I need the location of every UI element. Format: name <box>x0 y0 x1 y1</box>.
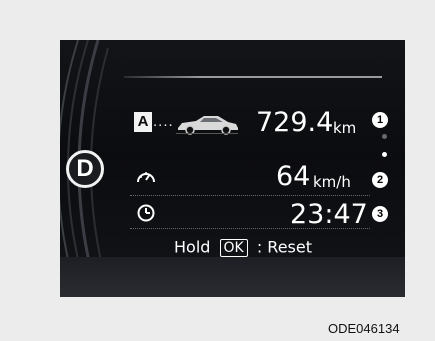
reset-instruction: Hold OK : Reset <box>174 237 312 257</box>
figure-code: ODE046134 <box>328 321 400 336</box>
callout-2: 2 <box>372 172 388 188</box>
hold-label: Hold <box>174 237 211 257</box>
trip-distance-unit: km <box>333 119 357 137</box>
trip-distance-value: 729.4 <box>256 107 334 138</box>
speedometer-icon <box>137 172 155 183</box>
average-speed-unit: km/h <box>313 173 351 191</box>
page-indicator-dot <box>382 134 387 139</box>
row-divider <box>130 195 370 196</box>
clock-icon <box>137 204 155 222</box>
divider-line <box>124 76 382 78</box>
car-icon <box>176 116 238 135</box>
cluster-bottom-bar <box>60 257 405 297</box>
ok-button-icon: OK <box>219 238 248 257</box>
trip-a-badge: A <box>134 112 152 132</box>
page-indicator-dot-active <box>382 152 387 157</box>
reset-label: : Reset <box>256 237 312 257</box>
manual-figure: D A .... 729.4 km 1 64 km/h 2 23:47 3 Ho… <box>0 0 435 341</box>
average-speed-value: 64 <box>276 161 311 192</box>
callout-1: 1 <box>372 112 388 128</box>
gear-indicator: D <box>76 155 94 182</box>
elapsed-time-value: 23:47 <box>290 199 368 230</box>
row-divider <box>130 228 370 229</box>
instrument-cluster-display <box>60 40 405 297</box>
callout-3: 3 <box>372 206 388 222</box>
trip-dots: .... <box>153 113 174 130</box>
